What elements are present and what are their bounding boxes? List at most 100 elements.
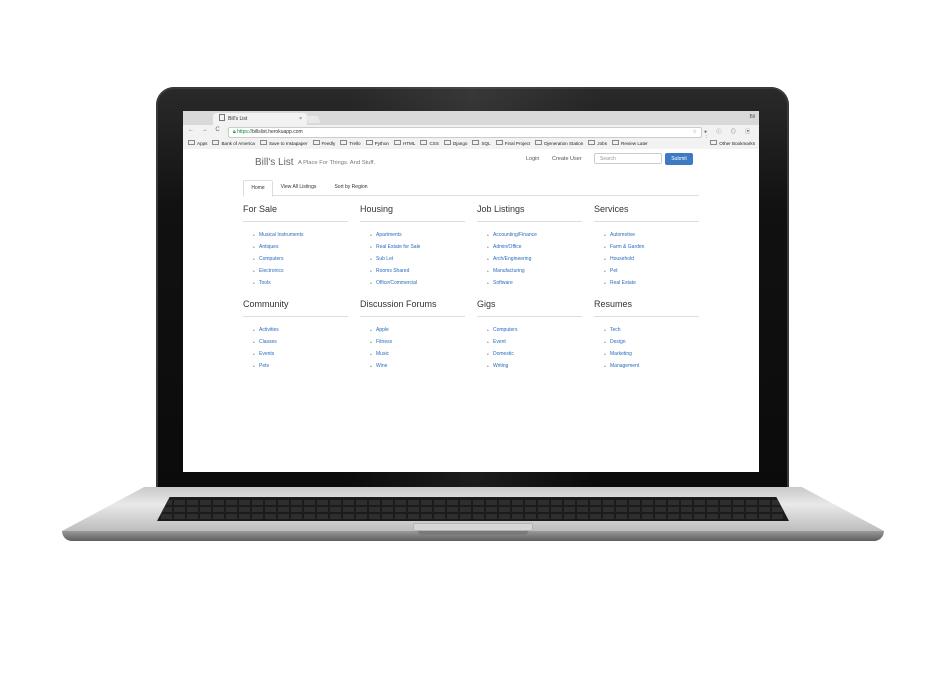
- category-link-label: Musical Instruments: [259, 232, 304, 238]
- bookmark-item[interactable]: Apps: [188, 138, 207, 149]
- address-bar-row: ← → C ⌂ 🔒︎ https://billslist.herokuapp.c…: [183, 125, 759, 141]
- category-link[interactable]: • Apartments: [370, 232, 465, 244]
- site-brand[interactable]: Bill's List: [255, 157, 294, 168]
- category-link[interactable]: • Music: [370, 351, 465, 363]
- tab-title: Bill's List: [228, 116, 248, 122]
- laptop-screen: Bill's List × Bil ← → C ⌂ 🔒︎ https://bil…: [183, 111, 759, 472]
- category-title: Housing: [360, 204, 394, 214]
- category-link[interactable]: • Real Estate: [604, 280, 699, 292]
- category-link-label: Automotive: [610, 232, 636, 238]
- category-link[interactable]: • Musical Instruments: [253, 232, 348, 244]
- category-link-label: Real Estate for Sale: [376, 244, 421, 250]
- search-input[interactable]: Search: [594, 153, 662, 164]
- category-link[interactable]: • Classes: [253, 339, 348, 351]
- tab-home[interactable]: Home: [243, 180, 273, 197]
- category-list: • Activities • Classes • Events • Pets: [243, 327, 348, 375]
- close-tab-icon[interactable]: ×: [299, 113, 302, 125]
- category-link[interactable]: • Pet: [604, 268, 699, 280]
- bookmark-item[interactable]: Save to Instapaper: [259, 138, 308, 149]
- folder-icon: [472, 139, 480, 145]
- category-link[interactable]: • Rooms Shared: [370, 268, 465, 280]
- category-link[interactable]: • Events: [253, 351, 348, 363]
- bullet-icon: •: [370, 233, 372, 239]
- browser-tab[interactable]: Bill's List ×: [213, 113, 307, 125]
- bookmark-item[interactable]: Djeneration Station: [535, 138, 583, 149]
- category-link[interactable]: • Tools: [253, 280, 348, 292]
- category-link[interactable]: • Domestic: [487, 351, 582, 363]
- bookmark-item[interactable]: Final Project: [495, 138, 530, 149]
- category-link[interactable]: • Writing: [487, 363, 582, 375]
- bookmark-item[interactable]: Review Later: [612, 138, 648, 149]
- bullet-icon: •: [604, 281, 606, 287]
- folder-icon: [710, 139, 718, 145]
- category-link[interactable]: • Activities: [253, 327, 348, 339]
- category-link[interactable]: • Manufacturing: [487, 268, 582, 280]
- category-link[interactable]: • Sub Let: [370, 256, 465, 268]
- category-link-label: Domestic: [493, 351, 514, 357]
- category-link-label: Accounting/Finance: [493, 232, 537, 238]
- category-link-label: Event: [493, 339, 506, 345]
- bookmark-item[interactable]: HTML: [393, 138, 415, 149]
- category-link[interactable]: • Software: [487, 280, 582, 292]
- category-link[interactable]: • Pets: [253, 363, 348, 375]
- submit-button[interactable]: Submit: [665, 153, 693, 165]
- category-link[interactable]: • Admin/Office: [487, 244, 582, 256]
- bookmark-item[interactable]: SQL: [472, 138, 491, 149]
- category-link-label: Manufacturing: [493, 268, 525, 274]
- bullet-icon: •: [253, 233, 255, 239]
- category-link[interactable]: • Arch/Engineering: [487, 256, 582, 268]
- create-user-link[interactable]: Create User: [552, 156, 582, 162]
- category-link-label: Farm & Garden: [610, 244, 645, 250]
- new-tab-button[interactable]: [305, 116, 321, 123]
- tab-view-all-listings[interactable]: View All Listings: [271, 180, 326, 195]
- profile-button[interactable]: Bil: [749, 114, 755, 120]
- category-list: • Tech • Design • Marketing • Management: [594, 327, 699, 375]
- url-input[interactable]: 🔒︎ https://billslist.herokuapp.com ☆: [228, 127, 702, 138]
- bookmark-item[interactable]: Bank of America: [212, 138, 255, 149]
- category-link[interactable]: • Computers: [487, 327, 582, 339]
- category-link[interactable]: • Apple: [370, 327, 465, 339]
- category-link[interactable]: • Real Estate for Sale: [370, 244, 465, 256]
- category-link[interactable]: • Event: [487, 339, 582, 351]
- category-link[interactable]: • Wine: [370, 363, 465, 375]
- bookmark-star-icon[interactable]: ☆: [693, 128, 697, 137]
- category-section: Job Listings • Accounting/Finance • Admin/Of…: [477, 203, 582, 292]
- category-link[interactable]: • Computers: [253, 256, 348, 268]
- tab-sort-by-region[interactable]: Sort by Region: [326, 180, 376, 195]
- bookmark-label: Feedly: [321, 141, 336, 146]
- category-link[interactable]: • Electronics: [253, 268, 348, 280]
- category-link[interactable]: • Design: [604, 339, 699, 351]
- bookmark-label: Djeneration Station: [544, 141, 584, 146]
- category-link[interactable]: • Fitness: [370, 339, 465, 351]
- bullet-icon: •: [487, 352, 489, 358]
- bullet-icon: •: [487, 245, 489, 251]
- category-link[interactable]: • Accounting/Finance: [487, 232, 582, 244]
- bullet-icon: •: [487, 269, 489, 275]
- category-link[interactable]: • Office/Commercial: [370, 280, 465, 292]
- url-host: billslist.herokuapp.com: [252, 129, 303, 135]
- bookmark-item[interactable]: Feedly: [312, 138, 336, 149]
- key-row: [161, 514, 785, 519]
- bookmark-item[interactable]: Django: [443, 138, 467, 149]
- bookmark-item[interactable]: Jobs: [588, 138, 607, 149]
- bookmark-item[interactable]: CSS: [420, 138, 439, 149]
- category-list: • Apple • Fitness • Music • Wine: [360, 327, 465, 375]
- bullet-icon: •: [487, 233, 489, 239]
- category-link-label: Design: [610, 339, 626, 345]
- category-link[interactable]: • Marketing: [604, 351, 699, 363]
- category-link[interactable]: • Household: [604, 256, 699, 268]
- bullet-icon: •: [370, 352, 372, 358]
- category-link[interactable]: • Farm & Garden: [604, 244, 699, 256]
- login-link[interactable]: Login: [526, 156, 539, 162]
- category-link[interactable]: • Automotive: [604, 232, 699, 244]
- category-link[interactable]: • Management: [604, 363, 699, 375]
- bookmark-item[interactable]: Trello: [340, 138, 361, 149]
- other-bookmarks[interactable]: Other Bookmarks: [710, 138, 755, 149]
- category-section: For Sale • Musical Instruments • Antiques • Co…: [243, 203, 348, 292]
- category-link[interactable]: • Tech: [604, 327, 699, 339]
- site-tagline: A Place For Things. And Stuff.: [298, 160, 376, 166]
- category-link[interactable]: • Antiques: [253, 244, 348, 256]
- bullet-icon: •: [604, 269, 606, 275]
- category-link-label: Electronics: [259, 268, 284, 274]
- bookmark-item[interactable]: Python: [365, 138, 389, 149]
